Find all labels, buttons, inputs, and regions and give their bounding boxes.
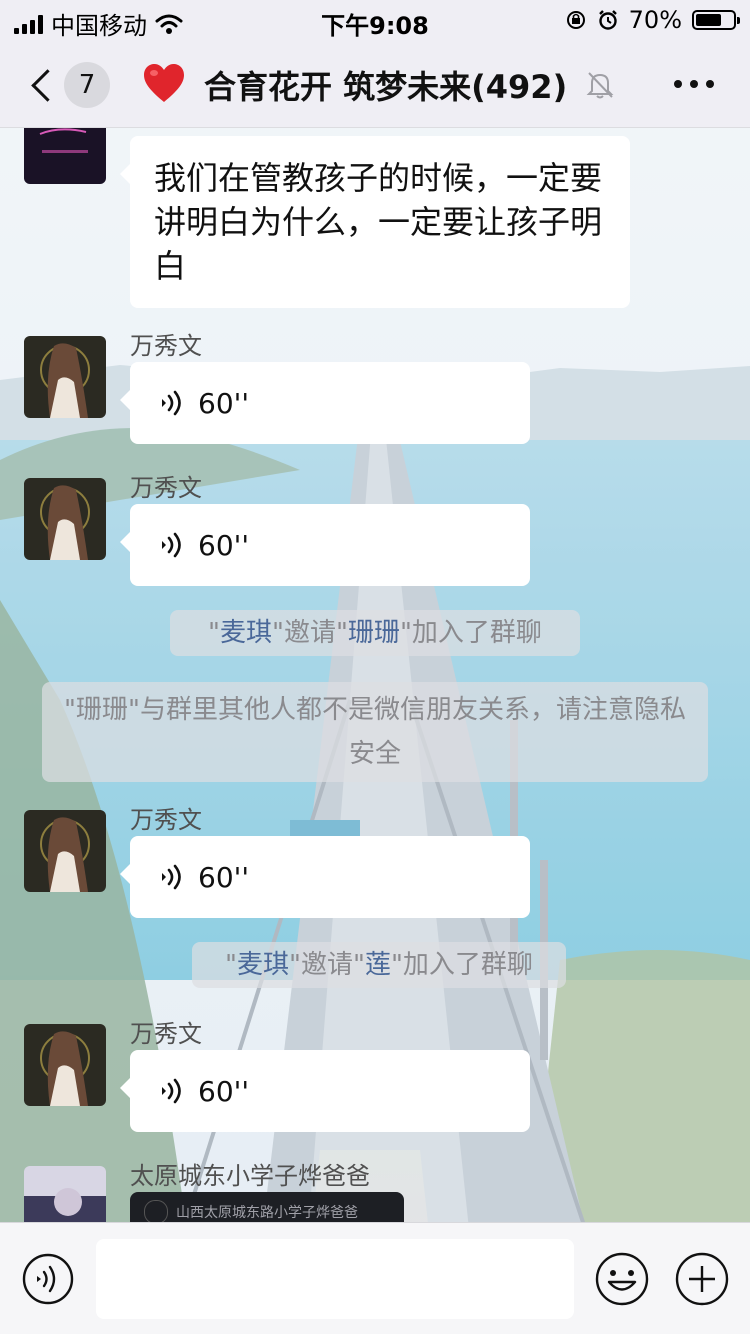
system-notice-invite: "麦琪"邀请"珊珊"加入了群聊: [170, 610, 580, 656]
input-bar: [0, 1222, 750, 1334]
chat-title: 合育花开 筑梦未来(492): [204, 68, 568, 106]
avatar[interactable]: [24, 478, 106, 560]
member-name-link[interactable]: 莲: [365, 950, 391, 980]
voice-message-bubble[interactable]: 60'': [120, 504, 530, 586]
shared-card-message[interactable]: 山西太原城东路小学子烨爸爸: [130, 1192, 404, 1222]
back-chevron-icon: [31, 68, 64, 102]
voice-duration: 60'': [198, 1074, 250, 1108]
avatar[interactable]: [24, 336, 106, 418]
member-name-link[interactable]: 麦琪: [220, 618, 272, 648]
sender-name: 万秀文: [130, 474, 202, 502]
emoji-smile-icon[interactable]: [594, 1251, 650, 1307]
voice-duration: 60'': [198, 860, 250, 894]
sender-name: 万秀文: [130, 332, 202, 360]
member-name-link[interactable]: 珊珊: [348, 618, 400, 648]
battery-icon: [692, 10, 740, 30]
voice-mode-icon[interactable]: [22, 1253, 74, 1305]
voice-playback-icon: [162, 1078, 181, 1104]
avatar[interactable]: [24, 810, 106, 892]
alarm-icon: [598, 10, 617, 30]
voice-message-bubble[interactable]: 60'': [120, 362, 530, 444]
voice-duration: 60'': [198, 528, 250, 562]
plus-circle-icon[interactable]: [674, 1251, 730, 1307]
system-notice-invite: "麦琪"邀请"莲"加入了群聊: [192, 942, 566, 988]
avatar[interactable]: [24, 1166, 106, 1222]
voice-playback-icon: [162, 864, 181, 890]
member-name-link[interactable]: 麦琪: [237, 950, 289, 980]
back-button[interactable]: 7: [26, 62, 116, 108]
battery-percent: 70%: [628, 6, 682, 34]
chat-header: 7 合育花开 筑梦未来(492): [0, 40, 750, 128]
voice-message-bubble[interactable]: 60'': [120, 836, 530, 918]
mute-bell-icon: [586, 72, 614, 99]
voice-playback-icon: [162, 390, 181, 416]
voice-message-bubble[interactable]: 60'': [120, 1050, 530, 1132]
card-logo-icon: [144, 1200, 168, 1222]
status-bar: 中国移动 下午9:08 70%: [0, 0, 750, 40]
sender-name: 太原城东小学子烨爸爸: [130, 1162, 370, 1190]
system-notice-privacy: "珊珊"与群里其他人都不是微信朋友关系，请注意隐私安全: [42, 682, 708, 782]
sender-name: 万秀文: [130, 1020, 202, 1048]
message-text: 我们在管教孩子的时候，一定要讲明白为什么，一定要让孩子明白: [154, 159, 603, 285]
avatar[interactable]: [24, 1024, 106, 1106]
privacy-notice-text: "珊珊"与群里其他人都不是微信朋友关系，请注意隐私安全: [64, 695, 686, 769]
sender-name: 万秀文: [130, 806, 202, 834]
message-bubble-text[interactable]: 我们在管教孩子的时候，一定要讲明白为什么，一定要让孩子明白: [120, 136, 630, 308]
unread-count-badge: 7: [64, 62, 110, 108]
avatar[interactable]: [24, 128, 106, 184]
orientation-lock-icon: [566, 11, 585, 29]
card-title: 山西太原城东路小学子烨爸爸: [176, 1205, 358, 1221]
more-dots-icon: [674, 80, 682, 88]
message-input[interactable]: [96, 1239, 574, 1319]
voice-duration: 60'': [198, 386, 250, 420]
message-list[interactable]: 我们在管教孩子的时候，一定要讲明白为什么，一定要让孩子明白 万秀文 60'' 万…: [0, 128, 750, 1222]
voice-playback-icon: [162, 532, 181, 558]
more-options-button[interactable]: [674, 72, 714, 96]
heart-icon: [144, 64, 184, 102]
